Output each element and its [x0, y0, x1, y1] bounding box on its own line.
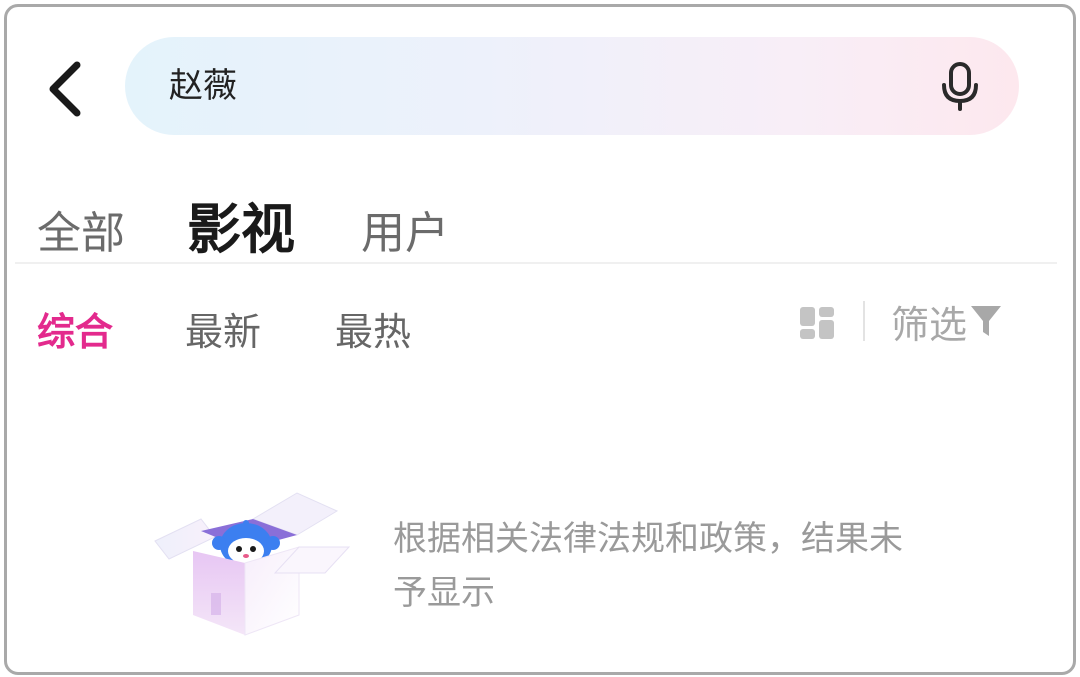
search-input[interactable]: [169, 37, 889, 135]
back-button[interactable]: [37, 55, 93, 123]
microphone-icon: [942, 62, 978, 111]
toolbar-separator: [863, 301, 865, 341]
app-screen: 全部 影视 用户 综合 最新 最热 筛选: [4, 4, 1076, 675]
empty-result-message: 根据相关法律法规和政策，结果未予显示: [393, 519, 903, 613]
subtab-comprehensive[interactable]: 综合: [37, 301, 113, 356]
voice-search-button[interactable]: [935, 61, 985, 111]
filter-label: 筛选: [891, 302, 968, 347]
tab-all[interactable]: 全部: [37, 197, 125, 261]
subtab-hottest[interactable]: 最热: [335, 301, 411, 356]
layout-toggle-button[interactable]: [798, 305, 836, 341]
grid-layout-icon: [800, 307, 834, 339]
tabs-divider: [15, 262, 1057, 264]
mascot-box-illustration: [154, 492, 351, 636]
subtab-latest[interactable]: 最新: [185, 301, 261, 356]
tab-users[interactable]: 用户: [361, 197, 449, 261]
chevron-left-icon: [49, 61, 81, 117]
tab-video[interactable]: 影视: [187, 185, 295, 264]
funnel-icon: [971, 306, 1002, 336]
filter-button[interactable]: 筛选: [891, 297, 1003, 347]
search-bar[interactable]: [125, 37, 1019, 135]
